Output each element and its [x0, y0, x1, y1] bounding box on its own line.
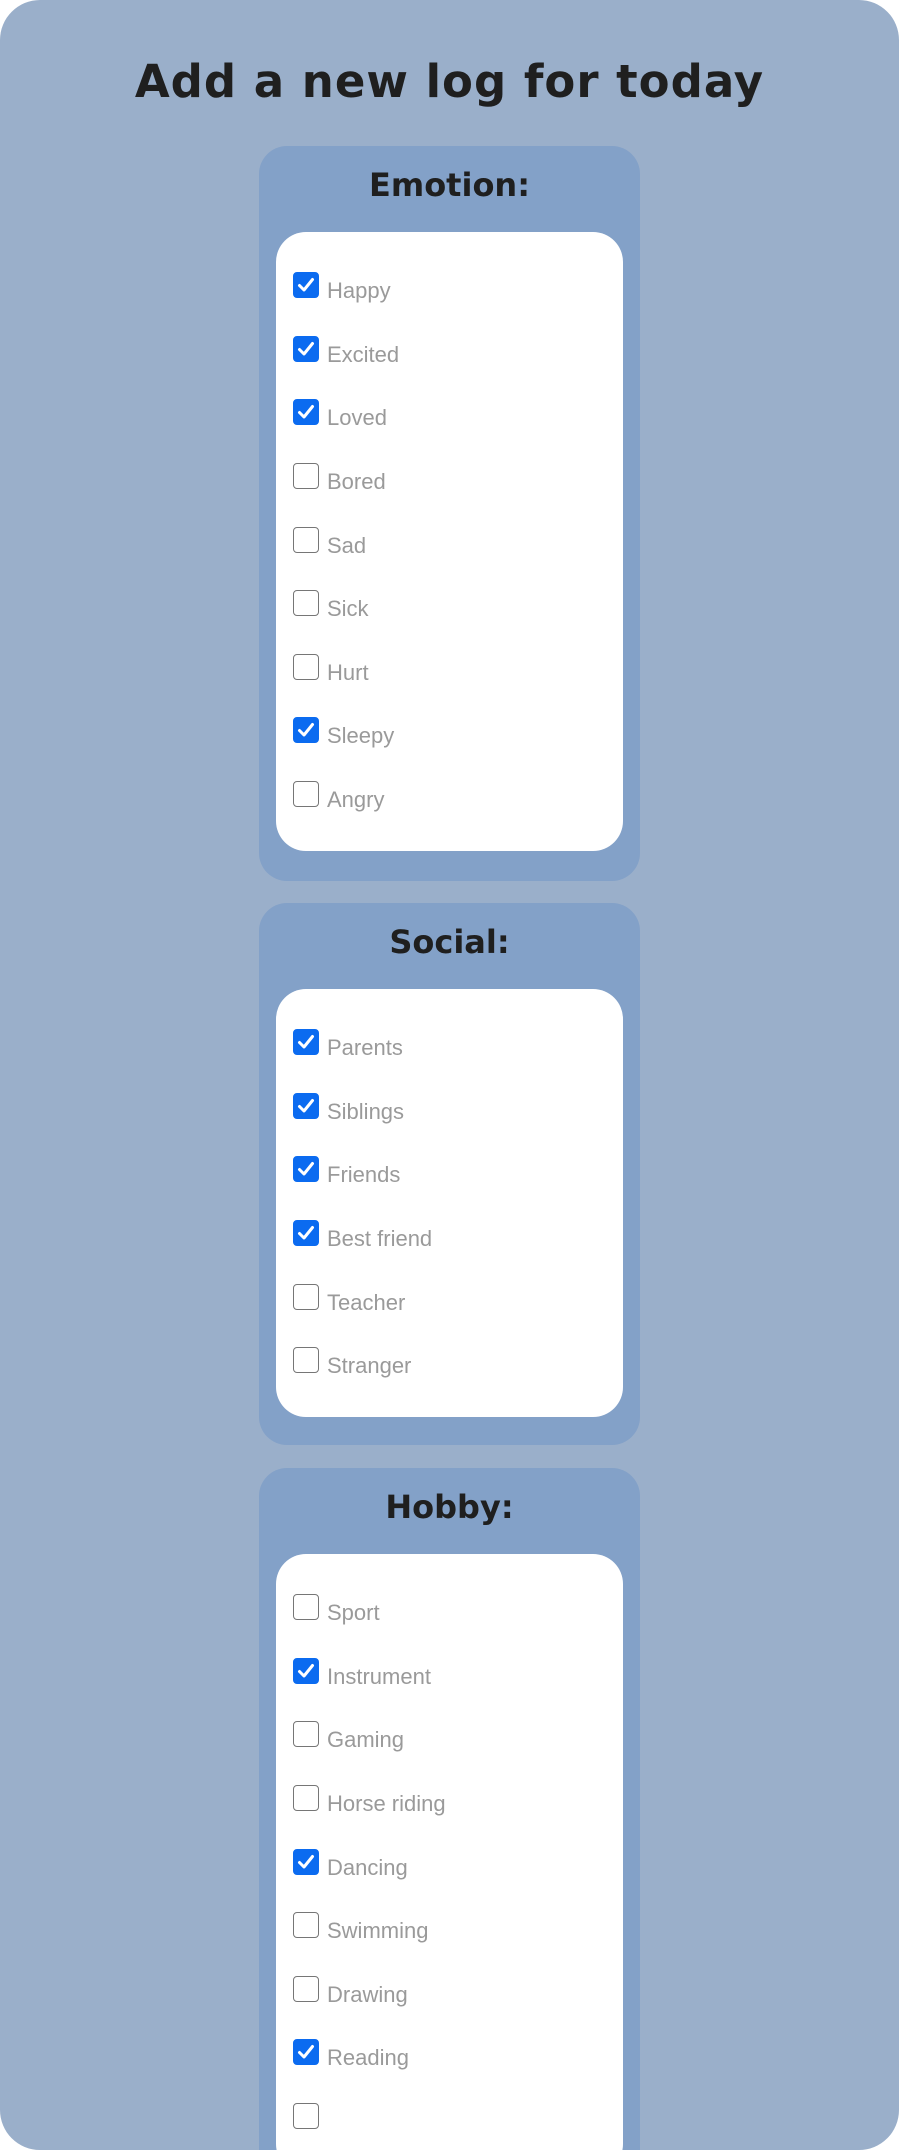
emotion-options-card: Happy Excited Loved Bored Sad Sick Hurt … [276, 232, 623, 851]
checkbox[interactable] [293, 1785, 319, 1811]
checkbox-checked[interactable] [293, 1029, 319, 1055]
option-label: Gaming [327, 1727, 405, 1752]
checkbox-checked[interactable] [293, 399, 319, 425]
hobby-section-title: Hobby: [385, 1488, 514, 1526]
checkbox[interactable] [293, 463, 319, 489]
checkbox[interactable] [293, 590, 319, 616]
checkbox[interactable] [293, 654, 319, 680]
checkmark-icon [298, 405, 314, 419]
option-label: Sick [327, 596, 369, 621]
checkmark-icon [298, 1099, 314, 1113]
checkbox-checked[interactable] [293, 336, 319, 362]
option-label: Loved [327, 405, 387, 430]
option-label: Swimming [327, 1918, 429, 1943]
option-label: Stranger [327, 1353, 412, 1378]
checkbox-checked[interactable] [293, 272, 319, 298]
option-label: Dancing [327, 1855, 408, 1880]
hobby-section: Hobby: Sport Instrument Gaming Horse rid… [259, 1468, 640, 2150]
emotion-section-title: Emotion: [368, 166, 530, 204]
option-label: Excited [327, 342, 400, 367]
checkbox[interactable] [293, 781, 319, 807]
option-label: Sad [327, 533, 367, 558]
social-options-card: Parents Siblings Friends Best friend Tea… [276, 989, 623, 1417]
checkbox-checked[interactable] [293, 1658, 319, 1684]
option-label: Horse riding [327, 1791, 446, 1816]
checkbox[interactable] [293, 1976, 319, 2002]
option-label: Sleepy [327, 723, 395, 748]
checkmark-icon [298, 1226, 314, 1240]
option-label: Siblings [327, 1099, 405, 1124]
checkbox[interactable] [293, 1594, 319, 1620]
checkmark-icon [298, 723, 314, 737]
checkbox[interactable] [293, 1721, 319, 1747]
option-label: Happy [327, 278, 391, 303]
option-label: Reading [327, 2045, 409, 2070]
checkbox-checked[interactable] [293, 1093, 319, 1119]
checkmark-icon [298, 342, 314, 356]
checkmark-icon [298, 1855, 314, 1869]
option-label: Best friend [327, 1226, 433, 1251]
social-section-title: Social: [389, 923, 510, 961]
checkbox-checked[interactable] [293, 1849, 319, 1875]
checkbox[interactable] [293, 1284, 319, 1310]
social-section: Social: Parents Siblings Friends Best fr… [259, 903, 640, 1445]
checkbox-checked[interactable] [293, 717, 319, 743]
page-background: Add a new log for today Emotion: Happy E… [0, 0, 899, 2150]
checkbox[interactable] [293, 1912, 319, 1938]
checkmark-icon [298, 278, 314, 292]
checkmark-icon [298, 1162, 314, 1176]
option-label: Angry [327, 787, 385, 812]
option-label: Hurt [327, 660, 369, 685]
checkmark-icon [298, 2045, 314, 2059]
option-label: Teacher [327, 1290, 406, 1315]
checkbox[interactable] [293, 1347, 319, 1373]
option-label: Friends [327, 1162, 401, 1187]
checkbox[interactable] [293, 527, 319, 553]
hobby-options-card: Sport Instrument Gaming Horse riding Dan… [276, 1554, 623, 2150]
checkmark-icon [298, 1664, 314, 1678]
checkbox-checked[interactable] [293, 2039, 319, 2065]
checkbox-checked[interactable] [293, 1220, 319, 1246]
checkbox-checked[interactable] [293, 1156, 319, 1182]
option-label: Bored [327, 469, 386, 494]
checkmark-icon [298, 1035, 314, 1049]
option-label: Drawing [327, 1982, 408, 2007]
option-label: Parents [327, 1035, 403, 1060]
checkbox[interactable] [293, 2103, 319, 2129]
option-label: Instrument [327, 1664, 431, 1689]
option-label: Sport [327, 1600, 380, 1625]
page-title: Add a new log for today [134, 55, 765, 108]
emotion-section: Emotion: Happy Excited Loved Bored Sad S… [259, 146, 640, 881]
